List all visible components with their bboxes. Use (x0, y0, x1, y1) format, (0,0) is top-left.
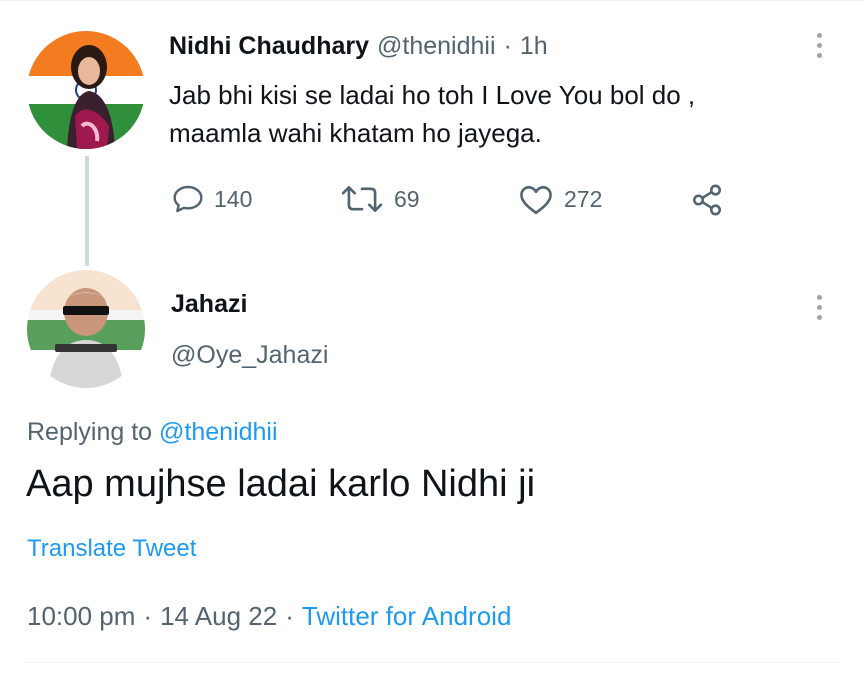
thread-line (85, 156, 89, 266)
tweet-time[interactable]: 10:00 pm (27, 601, 135, 632)
translate-tweet-link[interactable]: Translate Tweet (27, 535, 196, 563)
reply-text: Aap mujhse ladai karlo Nidhi ji (26, 463, 536, 505)
tweet-header: Nidhi Chaudhary @thenidhii · 1h (169, 32, 548, 61)
more-icon[interactable] (817, 33, 825, 63)
replying-to: Replying to @thenidhii (27, 418, 278, 447)
like-count: 272 (564, 185, 603, 212)
avatar-image (27, 270, 145, 388)
reply-icon (173, 185, 203, 213)
tweet-text-line1: Jab bhi kisi se ladai ho toh I Love You … (169, 80, 696, 110)
like-icon (520, 186, 552, 215)
more-icon[interactable] (817, 295, 825, 325)
tweet-source-link[interactable]: Twitter for Android (302, 601, 512, 632)
author-handle[interactable]: @thenidhii (377, 32, 496, 61)
reply-button[interactable]: 140 (172, 183, 252, 215)
separator: · (503, 32, 512, 60)
bottom-divider (26, 662, 838, 663)
share-icon (692, 184, 722, 216)
retweet-icon (341, 186, 383, 212)
like-button[interactable]: 272 (518, 183, 602, 215)
retweet-count: 69 (394, 185, 420, 212)
avatar-jahazi[interactable] (27, 270, 145, 388)
tweet-date[interactable]: 14 Aug 22 (160, 601, 277, 632)
avatar-image (27, 31, 145, 149)
avatar-nidhi[interactable] (27, 31, 145, 149)
separator: · (143, 601, 153, 631)
tweet-text: Jab bhi kisi se ladai ho toh I Love You … (169, 76, 839, 152)
reply-author-name[interactable]: Jahazi (171, 290, 247, 319)
retweet-button[interactable]: 69 (340, 183, 420, 215)
reply-count: 140 (214, 185, 253, 212)
replying-handle-link[interactable]: @thenidhii (159, 418, 278, 446)
top-border (0, 0, 864, 1)
author-name[interactable]: Nidhi Chaudhary (169, 32, 369, 61)
tweet-metadata: 10:00 pm · 14 Aug 22 · Twitter for Andro… (27, 601, 511, 632)
time-ago[interactable]: 1h (520, 32, 548, 61)
reply-author-handle[interactable]: @Oye_Jahazi (171, 341, 328, 370)
share-button[interactable] (690, 183, 724, 217)
replying-prefix: Replying to (27, 418, 153, 446)
tweet-text-line2: maamla wahi khatam ho jayega. (169, 118, 542, 148)
separator: · (285, 601, 294, 631)
